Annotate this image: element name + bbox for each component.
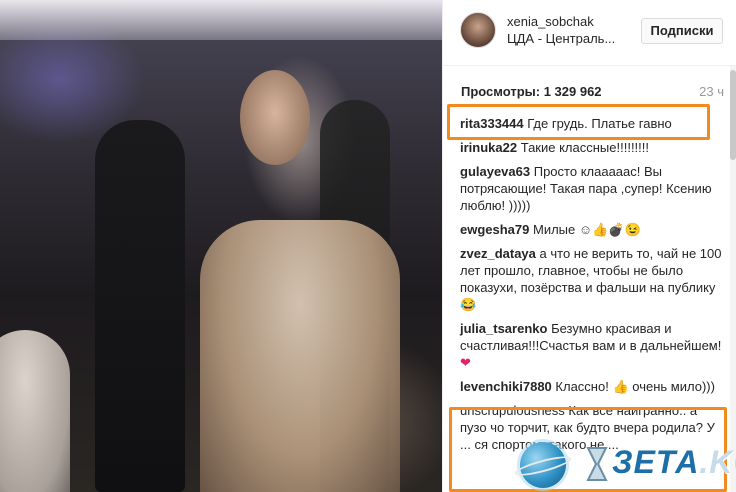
comment-user[interactable]: julia_tsarenko [460, 321, 547, 336]
list-item: zvez_dataya а что не верить то, чай не 1… [460, 245, 726, 313]
dress-figure [200, 220, 400, 492]
ceiling-lights [0, 0, 442, 40]
list-item: gulayeva63 Просто клааааас! Вы потрясающ… [460, 163, 726, 214]
watermark-name: ЗЕТА [612, 444, 700, 480]
comment-list: rita333444 Где грудь. Платье гавно irinu… [460, 115, 726, 460]
post-header: xenia_sobchak ЦДА - Централь... Подписки [443, 0, 736, 66]
watermark-suffix: .KG [699, 444, 736, 480]
hourglass-icon [586, 447, 608, 481]
list-item: ewgesha79 Милые ☺👍💣😉 [460, 221, 726, 238]
list-item: levenchiki7880 Классно! 👍 очень мило))) [460, 378, 726, 395]
list-item: irinuka22 Такие классные!!!!!!!!! [460, 139, 726, 156]
comment-text: Классно! [555, 379, 609, 394]
follow-button[interactable]: Подписки [641, 18, 723, 44]
comment-user[interactable]: gulayeva63 [460, 164, 530, 179]
scrollbar-thumb[interactable] [730, 70, 736, 160]
comment-user[interactable]: unscrupulousness [460, 403, 565, 418]
comment-text: Милые [533, 222, 576, 237]
list-item: rita333444 Где грудь. Платье гавно [460, 115, 726, 132]
comment-user[interactable]: ewgesha79 [460, 222, 529, 237]
comment-user[interactable]: rita333444 [460, 116, 524, 131]
thumbs-up-icon: 👍 [612, 379, 629, 394]
post-photo [0, 0, 442, 492]
views-count: Просмотры: 1 329 962 [461, 84, 602, 99]
laughing-emoji-icon: 😂 [460, 297, 477, 312]
woman-head [240, 70, 310, 165]
heart-icon: ❤ [460, 355, 471, 370]
emoji-icon: ☺👍💣😉 [578, 222, 641, 237]
list-item: julia_tsarenko Безумно красивая и счастл… [460, 320, 726, 371]
comment-text: Такие классные!!!!!!!!! [520, 140, 650, 155]
comment-text: Где грудь. Платье гавно [527, 116, 672, 131]
avatar[interactable] [460, 12, 496, 48]
watermark-text: ЗЕТА.KG [612, 444, 736, 481]
table-background [0, 330, 70, 492]
post-username[interactable]: xenia_sobchak [507, 14, 594, 29]
man-silhouette [95, 120, 185, 492]
post-location[interactable]: ЦДА - Централь... [507, 31, 615, 46]
comment-user[interactable]: levenchiki7880 [460, 379, 552, 394]
comment-user[interactable]: zvez_dataya [460, 246, 536, 261]
site-watermark: ЗЕТА.KG [513, 440, 736, 488]
post-time: 23 ч [699, 84, 724, 99]
comments-panel: xenia_sobchak ЦДА - Централь... Подписки… [442, 0, 736, 492]
comment-text-after: очень мило))) [632, 379, 715, 394]
comment-user[interactable]: irinuka22 [460, 140, 517, 155]
